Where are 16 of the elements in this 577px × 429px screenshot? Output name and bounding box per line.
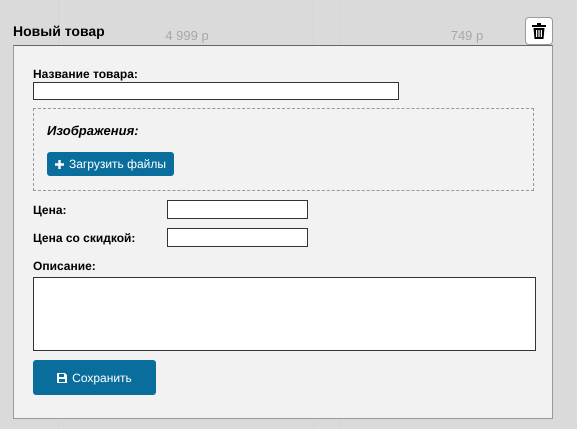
field-label: Цена:	[33, 202, 68, 218]
dialog-title: Новый товар	[13, 22, 105, 41]
section-heading: Изображения:	[47, 123, 139, 139]
description-field[interactable]	[33, 277, 536, 351]
field-label: Название товара:	[33, 67, 139, 81]
input-field[interactable]	[167, 200, 308, 219]
delete-button[interactable]	[525, 17, 553, 45]
plus-icon	[55, 160, 64, 168]
field-label: Цена со скидкой:	[33, 230, 136, 246]
trash-icon	[532, 23, 546, 39]
save-icon	[57, 372, 68, 382]
input-field[interactable]	[33, 82, 399, 100]
save-button[interactable]: Сохранить	[33, 360, 156, 395]
upload-button[interactable]: Загрузить файлы	[47, 152, 174, 176]
field-label: Описание:	[33, 259, 97, 273]
input-field[interactable]	[167, 228, 308, 247]
